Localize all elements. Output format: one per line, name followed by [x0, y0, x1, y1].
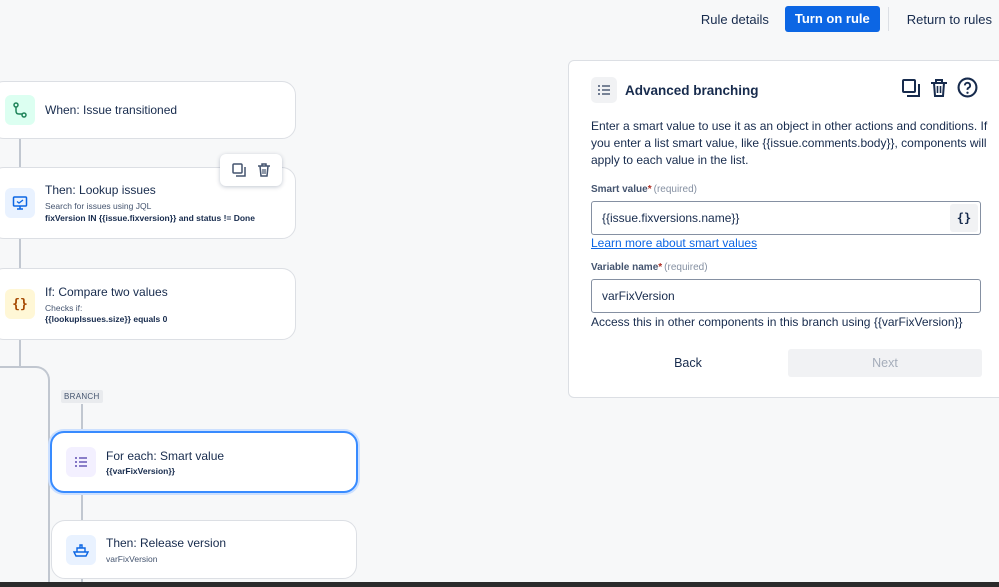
card-toolbar: [220, 154, 282, 186]
smart-value-input[interactable]: {{issue.fixversions.name}} {}: [591, 201, 981, 235]
for-each-value: {{varFixVersion}}: [106, 465, 175, 476]
toolbar-divider: [887, 7, 889, 31]
list-icon: [591, 77, 617, 103]
ship-icon: [66, 534, 96, 565]
insert-smart-value-button[interactable]: {}: [950, 204, 978, 232]
compare-values-card[interactable]: {} If: Compare two values Checks if: {{l…: [0, 268, 296, 340]
duplicate-icon[interactable]: [231, 162, 247, 178]
release-version-card[interactable]: Then: Release version varFixVersion: [51, 520, 357, 579]
lookup-subtitle: Search for issues using JQL: [45, 201, 152, 211]
smart-value-text: {{issue.fixversions.name}}: [602, 211, 740, 225]
taskbar-strip: [0, 582, 999, 587]
help-icon[interactable]: [957, 77, 978, 103]
top-bar: Rule details Turn on rule Return to rule…: [693, 6, 999, 32]
for-each-title: For each: Smart value: [106, 448, 225, 463]
panel-description: Enter a smart value to use it as an obje…: [591, 119, 988, 167]
trigger-title: When: Issue transitioned: [45, 103, 178, 117]
transition-icon: [5, 95, 35, 125]
trash-icon[interactable]: [256, 162, 272, 178]
compare-title: If: Compare two values: [45, 284, 168, 299]
lookup-jql: fixVersion IN {{issue.fixversion}} and s…: [45, 213, 255, 223]
compare-subtitle: Checks if:: [45, 302, 83, 313]
connector: [19, 138, 21, 168]
connector: [19, 338, 21, 368]
rule-details-link[interactable]: Rule details: [693, 12, 777, 27]
lookup-issues-icon: [5, 188, 35, 218]
panel-title: Advanced branching: [625, 82, 759, 98]
smart-value-label: Smart value* (required): [591, 184, 697, 195]
turn-on-rule-button[interactable]: Turn on rule: [784, 6, 880, 32]
variable-name-label: Variable name* (required): [591, 262, 708, 273]
variable-help-text: Access this in other components in this …: [591, 315, 963, 329]
duplicate-icon[interactable]: [901, 78, 921, 103]
return-to-rules-link[interactable]: Return to rules: [899, 12, 999, 27]
for-each-card[interactable]: For each: Smart value {{varFixVersion}}: [50, 431, 358, 493]
connector: [19, 238, 21, 268]
trash-icon[interactable]: [929, 78, 949, 103]
branch-label: BRANCH: [61, 390, 103, 403]
release-variable: varFixVersion: [106, 553, 158, 564]
release-title: Then: Release version: [106, 535, 227, 550]
back-button[interactable]: Back: [591, 349, 785, 377]
compare-condition: {{lookupIssues.size}} equals 0: [45, 313, 168, 324]
braces-icon: {}: [5, 289, 35, 319]
trigger-card[interactable]: When: Issue transitioned: [0, 81, 296, 139]
branch-outline: [0, 366, 50, 587]
variable-name-text: varFixVersion: [602, 289, 675, 303]
list-icon: [66, 447, 96, 477]
learn-more-link[interactable]: Learn more about smart values: [591, 236, 757, 250]
connector: [81, 404, 83, 432]
connector: [81, 492, 83, 522]
next-button[interactable]: Next: [788, 349, 982, 377]
variable-name-input[interactable]: varFixVersion: [591, 279, 981, 313]
advanced-branching-panel: Advanced branching Enter a smart value t…: [568, 60, 999, 398]
